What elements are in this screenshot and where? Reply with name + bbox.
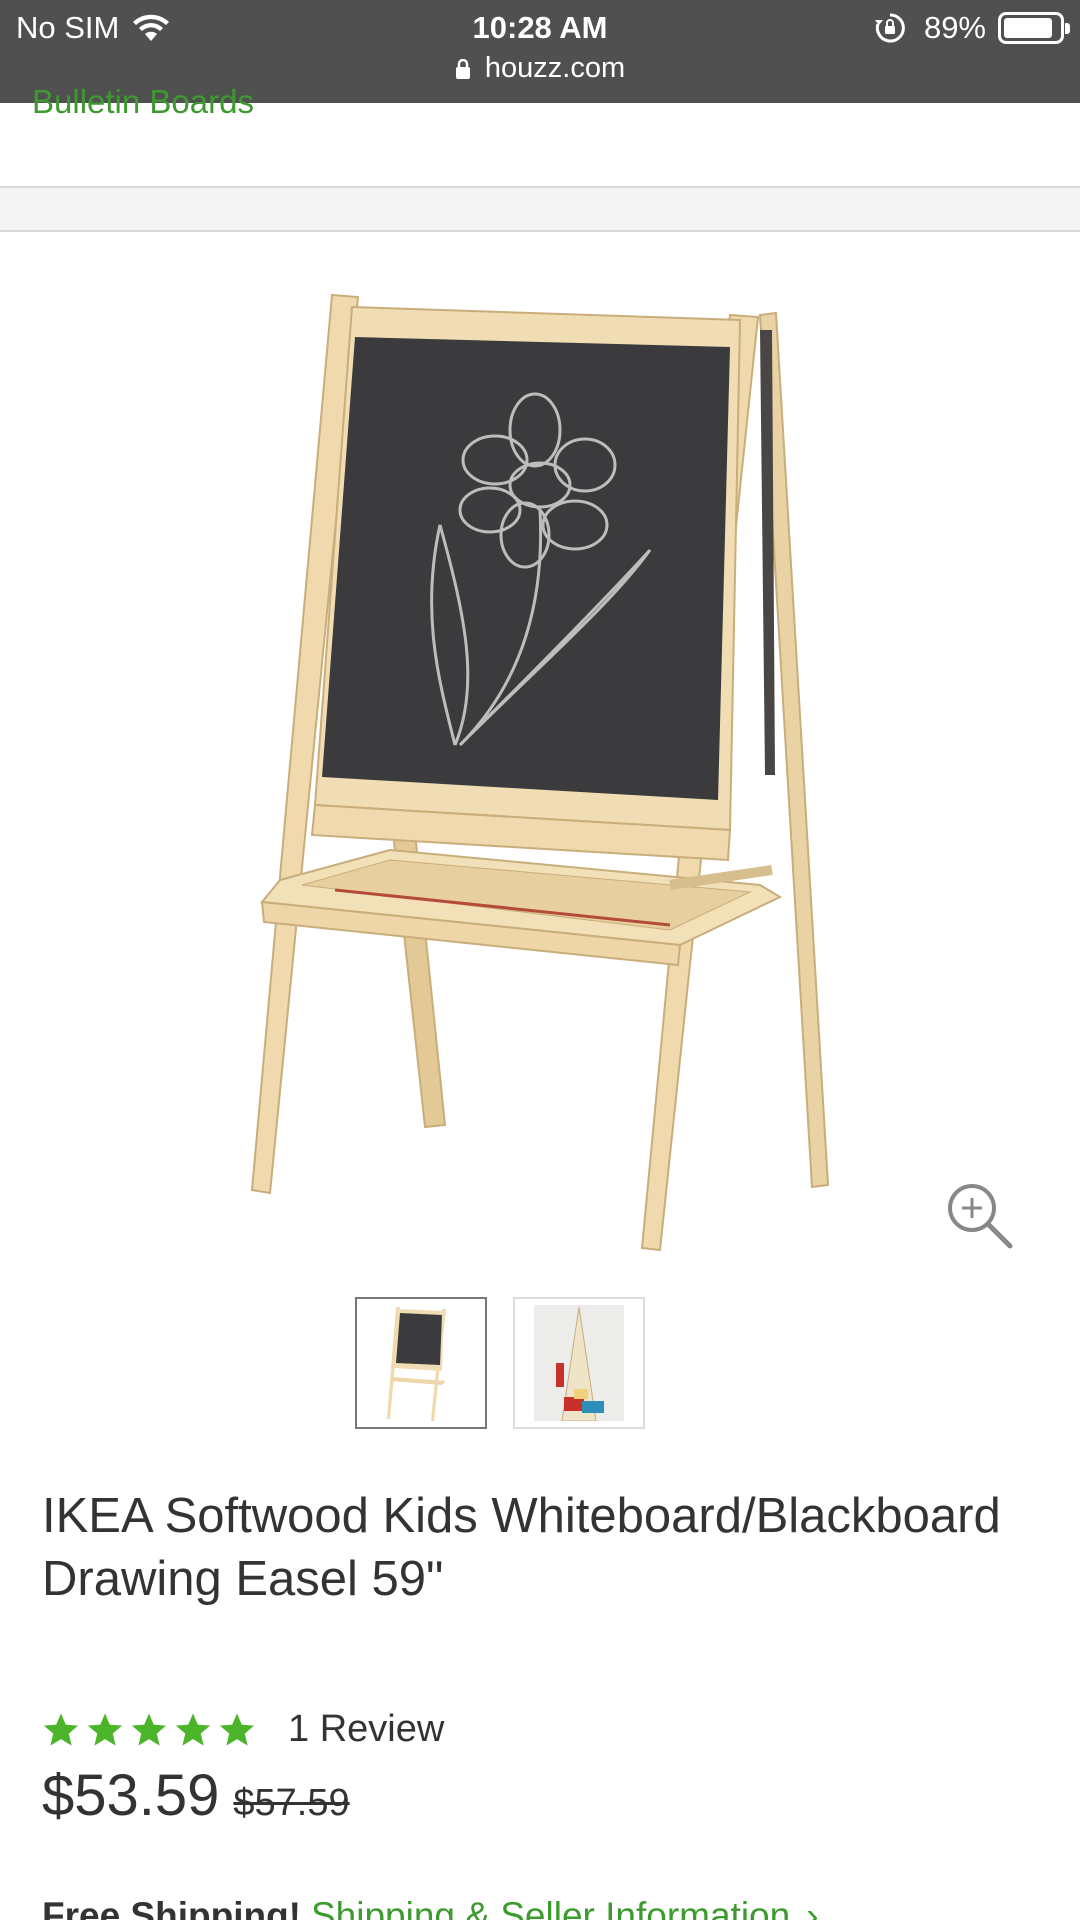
star-icon <box>43 1712 79 1746</box>
breadcrumb[interactable]: Bulletin Boards <box>32 86 254 126</box>
star-icon <box>87 1712 123 1746</box>
thumbnail-1[interactable] <box>355 1297 487 1429</box>
product-title: IKEA Softwood Kids Whiteboard/Blackboard… <box>42 1489 1001 1606</box>
shipping-info-link[interactable]: Shipping & Seller Information <box>311 1895 790 1920</box>
star-icon <box>175 1712 211 1746</box>
zoom-in-icon[interactable] <box>946 1182 1014 1250</box>
rating-row: 1 Review <box>42 1708 444 1751</box>
price-row: $53.59 $57.59 <box>42 1762 350 1829</box>
chevron-right-icon: › <box>806 1895 819 1920</box>
section-divider <box>0 186 1080 232</box>
rotation-lock-icon <box>874 13 905 43</box>
battery-percent: 89% <box>923 10 986 45</box>
thumbnail-2[interactable] <box>513 1297 645 1429</box>
breadcrumb-link[interactable]: Bulletin Boards <box>32 86 254 120</box>
url-bar[interactable]: houzz.com <box>0 52 1080 85</box>
original-price: $57.59 <box>233 1782 350 1824</box>
battery-icon <box>998 12 1070 44</box>
battery-fill <box>1004 18 1053 38</box>
thumbnail-easel-image <box>387 1307 446 1421</box>
current-price: $53.59 <box>42 1763 220 1828</box>
star-rating <box>42 1711 256 1749</box>
product-image[interactable] <box>240 285 840 1255</box>
url-text: houzz.com <box>484 52 626 84</box>
thumbnail-strip <box>355 1297 645 1429</box>
shipping-row: Free Shipping! Shipping & Seller Informat… <box>42 1895 819 1920</box>
padlock-icon <box>455 58 470 79</box>
reviews-link[interactable]: 1 Review <box>288 1708 444 1751</box>
thumbnail-easel-back-image <box>534 1305 624 1421</box>
star-icon <box>219 1712 255 1746</box>
free-shipping-label: Free Shipping! <box>42 1895 301 1920</box>
status-right: 89% <box>874 10 1070 46</box>
star-icon <box>131 1712 167 1746</box>
